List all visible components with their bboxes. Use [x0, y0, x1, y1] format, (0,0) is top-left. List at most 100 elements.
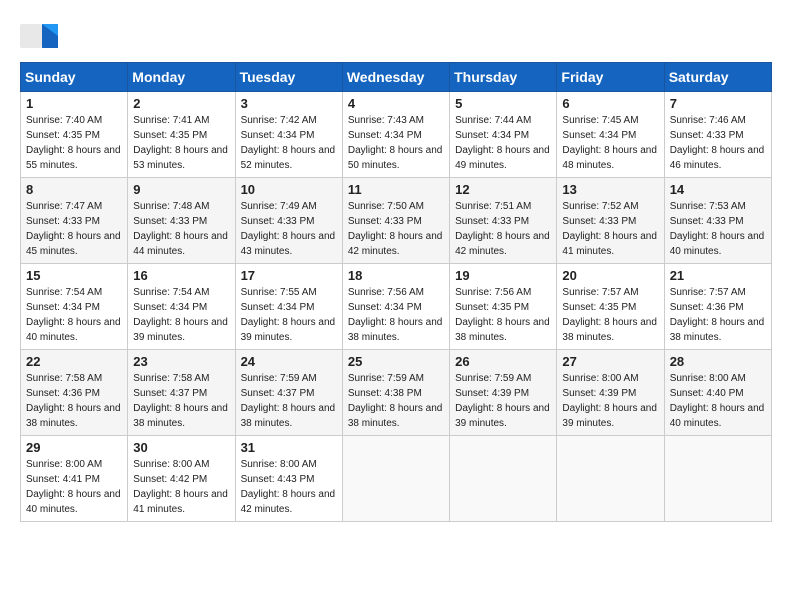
calendar-cell: 4 Sunrise: 7:43 AMSunset: 4:34 PMDaylight… [342, 92, 449, 178]
day-info: Sunrise: 7:47 AMSunset: 4:33 PMDaylight:… [26, 199, 122, 259]
page-header [20, 20, 772, 52]
calendar-cell: 12 Sunrise: 7:51 AMSunset: 4:33 PMDayligh… [450, 178, 557, 264]
calendar-cell [664, 436, 771, 522]
day-number: 5 [455, 96, 551, 111]
day-info: Sunrise: 7:57 AMSunset: 4:36 PMDaylight:… [670, 285, 766, 345]
day-number: 19 [455, 268, 551, 283]
calendar-cell: 13Sunrise: 7:52 AMSunset: 4:33 PMDayligh… [557, 178, 664, 264]
calendar-cell: 26 Sunrise: 7:59 AMSunset: 4:39 PMDayligh… [450, 350, 557, 436]
day-number: 25 [348, 354, 444, 369]
day-number: 26 [455, 354, 551, 369]
day-number: 12 [455, 182, 551, 197]
day-info: Sunrise: 7:59 AMSunset: 4:39 PMDaylight:… [455, 371, 551, 431]
day-number: 1 [26, 96, 122, 111]
day-number: 17 [241, 268, 337, 283]
day-info: Sunrise: 7:57 AMSunset: 4:35 PMDaylight:… [562, 285, 658, 345]
day-info: Sunrise: 7:40 AMSunset: 4:35 PMDaylight:… [26, 113, 122, 173]
day-info: Sunrise: 7:54 AMSunset: 4:34 PMDaylight:… [26, 285, 122, 345]
week-row-2: 8 Sunrise: 7:47 AMSunset: 4:33 PMDaylight… [21, 178, 772, 264]
calendar-cell: 9 Sunrise: 7:48 AMSunset: 4:33 PMDaylight… [128, 178, 235, 264]
day-info: Sunrise: 7:55 AMSunset: 4:34 PMDaylight:… [241, 285, 337, 345]
week-row-1: 1 Sunrise: 7:40 AMSunset: 4:35 PMDaylight… [21, 92, 772, 178]
day-number: 24 [241, 354, 337, 369]
logo-icon [20, 20, 58, 52]
calendar-cell: 20Sunrise: 7:57 AMSunset: 4:35 PMDayligh… [557, 264, 664, 350]
day-number: 30 [133, 440, 229, 455]
calendar-cell: 19 Sunrise: 7:56 AMSunset: 4:35 PMDayligh… [450, 264, 557, 350]
calendar-cell: 16Sunrise: 7:54 AMSunset: 4:34 PMDayligh… [128, 264, 235, 350]
day-number: 22 [26, 354, 122, 369]
day-number: 29 [26, 440, 122, 455]
calendar-cell: 7Sunrise: 7:46 AMSunset: 4:33 PMDaylight… [664, 92, 771, 178]
day-number: 4 [348, 96, 444, 111]
calendar-header-row: SundayMondayTuesdayWednesdayThursdayFrid… [21, 63, 772, 92]
day-info: Sunrise: 8:00 AMSunset: 4:42 PMDaylight:… [133, 457, 229, 517]
day-info: Sunrise: 7:42 AMSunset: 4:34 PMDaylight:… [241, 113, 337, 173]
day-info: Sunrise: 7:44 AMSunset: 4:34 PMDaylight:… [455, 113, 551, 173]
day-number: 6 [562, 96, 658, 111]
calendar-cell: 10Sunrise: 7:49 AMSunset: 4:33 PMDayligh… [235, 178, 342, 264]
calendar-cell: 14 Sunrise: 7:53 AMSunset: 4:33 PMDayligh… [664, 178, 771, 264]
day-number: 11 [348, 182, 444, 197]
day-info: Sunrise: 7:51 AMSunset: 4:33 PMDaylight:… [455, 199, 551, 259]
calendar-cell: 27 Sunrise: 8:00 AMSunset: 4:39 PMDayligh… [557, 350, 664, 436]
week-row-4: 22 Sunrise: 7:58 AMSunset: 4:36 PMDayligh… [21, 350, 772, 436]
week-row-3: 15 Sunrise: 7:54 AMSunset: 4:34 PMDayligh… [21, 264, 772, 350]
day-info: Sunrise: 8:00 AMSunset: 4:39 PMDaylight:… [562, 371, 658, 431]
calendar-cell: 21Sunrise: 7:57 AMSunset: 4:36 PMDayligh… [664, 264, 771, 350]
day-info: Sunrise: 7:52 AMSunset: 4:33 PMDaylight:… [562, 199, 658, 259]
calendar-cell: 22 Sunrise: 7:58 AMSunset: 4:36 PMDayligh… [21, 350, 128, 436]
day-info: Sunrise: 7:49 AMSunset: 4:33 PMDaylight:… [241, 199, 337, 259]
calendar-cell: 11 Sunrise: 7:50 AMSunset: 4:33 PMDayligh… [342, 178, 449, 264]
day-info: Sunrise: 7:58 AMSunset: 4:36 PMDaylight:… [26, 371, 122, 431]
day-number: 15 [26, 268, 122, 283]
calendar-cell: 2Sunrise: 7:41 AMSunset: 4:35 PMDaylight… [128, 92, 235, 178]
day-info: Sunrise: 7:48 AMSunset: 4:33 PMDaylight:… [133, 199, 229, 259]
calendar-cell: 15 Sunrise: 7:54 AMSunset: 4:34 PMDayligh… [21, 264, 128, 350]
calendar-cell [342, 436, 449, 522]
day-info: Sunrise: 7:53 AMSunset: 4:33 PMDaylight:… [670, 199, 766, 259]
col-header-wednesday: Wednesday [342, 63, 449, 92]
calendar-cell: 6 Sunrise: 7:45 AMSunset: 4:34 PMDaylight… [557, 92, 664, 178]
calendar-cell: 3Sunrise: 7:42 AMSunset: 4:34 PMDaylight… [235, 92, 342, 178]
day-number: 9 [133, 182, 229, 197]
calendar-cell: 25 Sunrise: 7:59 AMSunset: 4:38 PMDayligh… [342, 350, 449, 436]
col-header-saturday: Saturday [664, 63, 771, 92]
day-info: Sunrise: 7:43 AMSunset: 4:34 PMDaylight:… [348, 113, 444, 173]
col-header-tuesday: Tuesday [235, 63, 342, 92]
day-info: Sunrise: 7:56 AMSunset: 4:34 PMDaylight:… [348, 285, 444, 345]
day-number: 23 [133, 354, 229, 369]
col-header-friday: Friday [557, 63, 664, 92]
day-info: Sunrise: 8:00 AMSunset: 4:41 PMDaylight:… [26, 457, 122, 517]
col-header-monday: Monday [128, 63, 235, 92]
col-header-thursday: Thursday [450, 63, 557, 92]
calendar-cell: 23 Sunrise: 7:58 AMSunset: 4:37 PMDayligh… [128, 350, 235, 436]
day-number: 27 [562, 354, 658, 369]
logo [20, 20, 62, 52]
calendar-cell: 5 Sunrise: 7:44 AMSunset: 4:34 PMDaylight… [450, 92, 557, 178]
day-info: Sunrise: 7:41 AMSunset: 4:35 PMDaylight:… [133, 113, 229, 173]
calendar-table: SundayMondayTuesdayWednesdayThursdayFrid… [20, 62, 772, 522]
calendar-cell: 18 Sunrise: 7:56 AMSunset: 4:34 PMDayligh… [342, 264, 449, 350]
day-info: Sunrise: 7:59 AMSunset: 4:38 PMDaylight:… [348, 371, 444, 431]
day-number: 31 [241, 440, 337, 455]
week-row-5: 29 Sunrise: 8:00 AMSunset: 4:41 PMDayligh… [21, 436, 772, 522]
day-info: Sunrise: 7:58 AMSunset: 4:37 PMDaylight:… [133, 371, 229, 431]
day-info: Sunrise: 8:00 AMSunset: 4:43 PMDaylight:… [241, 457, 337, 517]
day-number: 18 [348, 268, 444, 283]
calendar-cell: 17 Sunrise: 7:55 AMSunset: 4:34 PMDayligh… [235, 264, 342, 350]
day-number: 14 [670, 182, 766, 197]
col-header-sunday: Sunday [21, 63, 128, 92]
calendar-cell: 29 Sunrise: 8:00 AMSunset: 4:41 PMDayligh… [21, 436, 128, 522]
day-number: 7 [670, 96, 766, 111]
calendar-cell: 31 Sunrise: 8:00 AMSunset: 4:43 PMDayligh… [235, 436, 342, 522]
calendar-cell: 24Sunrise: 7:59 AMSunset: 4:37 PMDayligh… [235, 350, 342, 436]
day-info: Sunrise: 7:50 AMSunset: 4:33 PMDaylight:… [348, 199, 444, 259]
day-info: Sunrise: 7:45 AMSunset: 4:34 PMDaylight:… [562, 113, 658, 173]
day-info: Sunrise: 7:56 AMSunset: 4:35 PMDaylight:… [455, 285, 551, 345]
calendar-cell [450, 436, 557, 522]
day-number: 8 [26, 182, 122, 197]
calendar-cell: 30 Sunrise: 8:00 AMSunset: 4:42 PMDayligh… [128, 436, 235, 522]
day-info: Sunrise: 7:54 AMSunset: 4:34 PMDaylight:… [133, 285, 229, 345]
day-info: Sunrise: 8:00 AMSunset: 4:40 PMDaylight:… [670, 371, 766, 431]
